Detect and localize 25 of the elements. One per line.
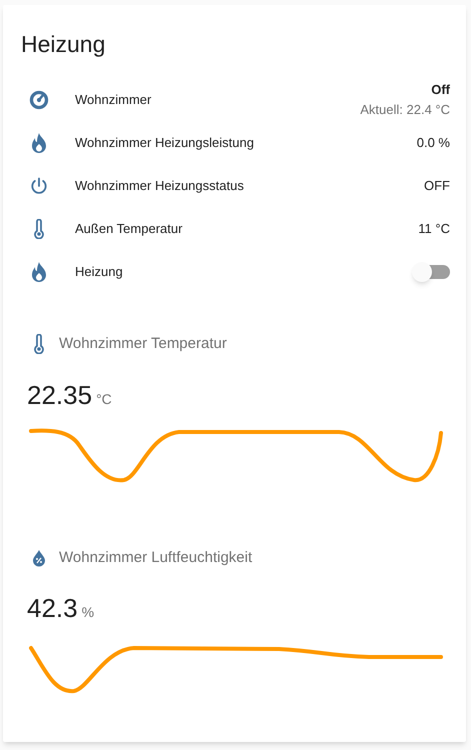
thermostat-icon (29, 90, 49, 110)
entity-state: OFF (424, 176, 450, 195)
entity-name: Heizung (75, 262, 124, 281)
sensor-value: 22.35 (27, 378, 92, 412)
flame-icon (30, 132, 48, 154)
card-title: Heizung (21, 33, 106, 56)
toggle-switch[interactable] (414, 264, 450, 278)
thermometer-icon (33, 218, 45, 238)
flame-icon (30, 260, 48, 282)
entity-name: Wohnzimmer (75, 90, 152, 109)
entity-name: Wohnzimmer Heizungsstatus (75, 176, 245, 195)
entity-state: 11 °C (418, 220, 450, 238)
sensor-title: Wohnzimmer Temperatur (59, 334, 227, 354)
entity-state: 0.0 % (416, 134, 450, 152)
sensor-title: Wohnzimmer Luftfeuchtigkeit (59, 548, 252, 568)
current-temperature: Aktuell: 22.4 °C (360, 100, 450, 118)
entity-name: Außen Temperatur (75, 220, 184, 238)
thermometer-icon (33, 334, 45, 354)
sensor-unit: °C (96, 390, 112, 408)
entity-name: Wohnzimmer Heizungsleistung (75, 134, 255, 152)
sensor-unit: % (82, 603, 94, 622)
sensor-value: 42.3 (27, 592, 78, 625)
entity-state: Off (431, 81, 450, 99)
power-icon (29, 176, 49, 196)
humidity-icon (32, 548, 46, 567)
